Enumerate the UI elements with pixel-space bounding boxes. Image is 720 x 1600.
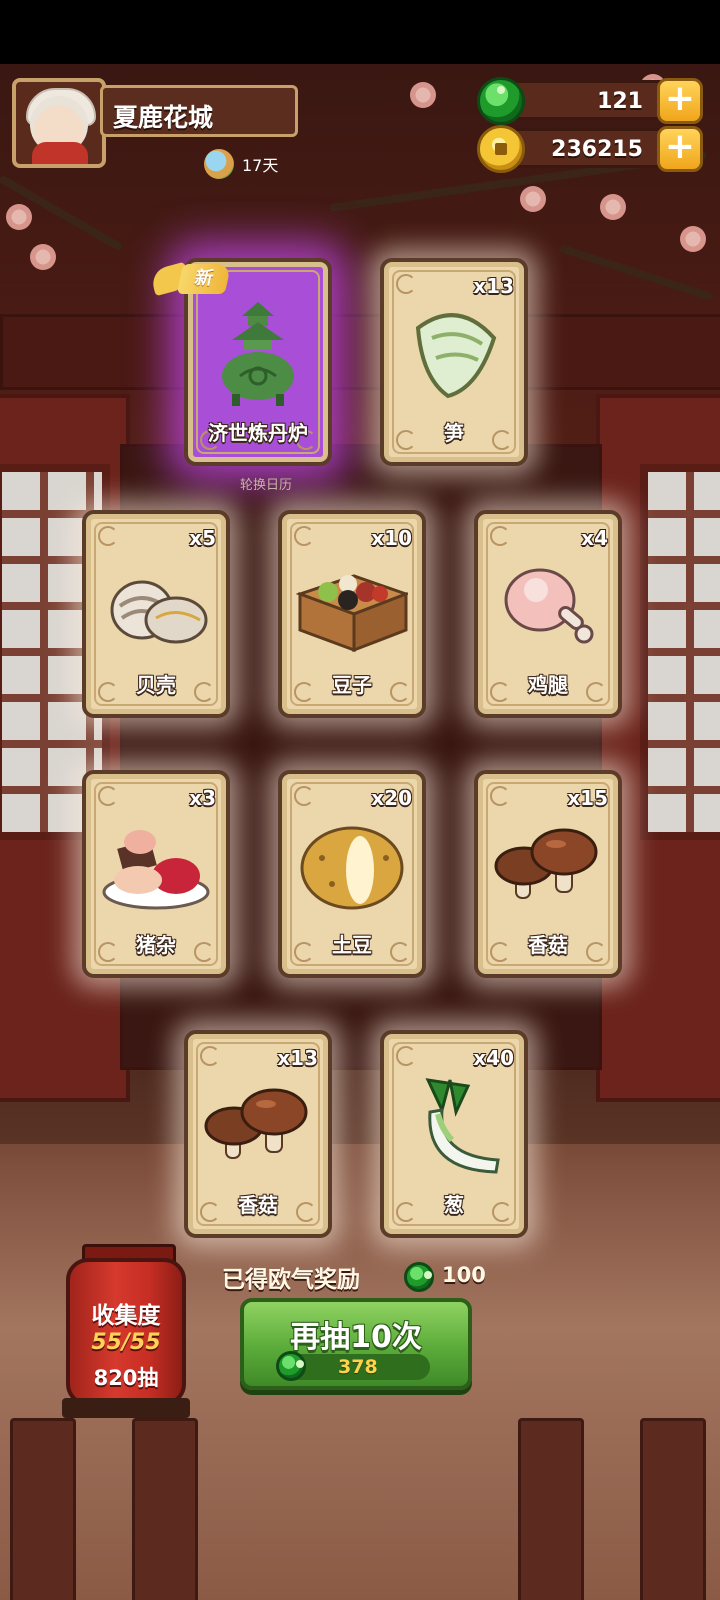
bamboo-shoot-icon	[398, 298, 510, 408]
card-label: 香菇	[238, 1193, 278, 1217]
days-counter: 17天	[204, 148, 278, 180]
card-label: 豆子	[332, 673, 372, 697]
blossom	[6, 204, 32, 230]
card-label: 笋	[444, 421, 464, 445]
card-label: 土豆	[332, 933, 372, 957]
blossom	[520, 186, 546, 212]
swirl-ornament-icon	[490, 526, 510, 546]
draw-cost: 378	[276, 1351, 430, 1381]
jade-value: 121	[597, 89, 643, 114]
reward-card[interactable]: x40 葱	[380, 1030, 528, 1238]
card-count: x3	[189, 786, 216, 810]
fence-post	[10, 1418, 76, 1600]
collection-draws: 820抽	[93, 1366, 159, 1390]
reward-card[interactable]: x5 贝壳	[82, 510, 230, 718]
card-label: 鸡腿	[528, 673, 568, 697]
swirl-ornament-icon	[98, 786, 118, 806]
new-badge: 新	[149, 261, 232, 298]
beans-icon	[295, 550, 411, 660]
jade-icon	[276, 1351, 306, 1381]
draw-again-button[interactable]: 再抽10次 378	[240, 1298, 472, 1390]
swirl-ornament-icon	[396, 274, 416, 294]
lantern-stand	[62, 1398, 190, 1418]
jade-icon	[404, 1262, 434, 1292]
player-avatar[interactable]	[12, 78, 106, 168]
pork-offal-icon	[100, 810, 212, 920]
collection-lantern[interactable]: 收集度 55/55 820抽	[66, 1258, 186, 1406]
fence-post	[640, 1418, 706, 1600]
alchemy-furnace-icon	[202, 298, 314, 408]
reward-card[interactable]: x4 鸡腿	[474, 510, 622, 718]
reward-card[interactable]: x10 豆子	[278, 510, 426, 718]
calendar-season-icon	[204, 149, 234, 179]
card-count: x4	[581, 526, 608, 550]
player-name: 夏鹿花城	[100, 85, 298, 137]
reward-card[interactable]: x3 猪杂	[82, 770, 230, 978]
blossom	[680, 226, 706, 252]
jade-icon	[477, 77, 525, 125]
card-count: x20	[371, 786, 412, 810]
card-count: x5	[189, 526, 216, 550]
swirl-ornament-icon	[98, 526, 118, 546]
reward-card[interactable]: x13 香菇	[184, 1030, 332, 1238]
swirl-ornament-icon	[396, 1046, 416, 1066]
reward-value: 100	[442, 1263, 486, 1287]
card-label: 香菇	[528, 933, 568, 957]
swirl-ornament-icon	[490, 786, 510, 806]
new-badge-label: 新	[176, 264, 232, 294]
swirl-ornament-icon	[294, 786, 314, 806]
fence-post	[132, 1418, 198, 1600]
calendar-label: 轮换日历	[240, 478, 293, 493]
card-label: 猪杂	[136, 933, 176, 957]
days-value: 17天	[242, 156, 279, 175]
reward-card[interactable]: x15 香菇	[474, 770, 622, 978]
jade-resource-bar: 121 +	[477, 77, 703, 125]
mushroom-icon	[202, 1070, 314, 1180]
scallion-icon	[398, 1070, 510, 1180]
mushroom-icon	[492, 810, 604, 920]
fence-post	[518, 1418, 584, 1600]
chicken-leg-icon	[492, 550, 604, 660]
reward-card[interactable]: x13 笋	[380, 258, 528, 466]
coin-resource-bar: 236215 +	[477, 125, 703, 173]
wall-beam	[0, 314, 720, 390]
collection-progress: 55/55	[91, 1330, 161, 1355]
blossom	[30, 244, 56, 270]
card-count: x13	[277, 1046, 318, 1070]
collection-title: 收集度	[91, 1303, 161, 1329]
blossom	[410, 82, 436, 108]
coin-value: 236215	[551, 137, 643, 162]
potato-icon	[296, 810, 408, 920]
draw-again-label: 再抽10次	[290, 1320, 422, 1355]
coin-icon	[477, 125, 525, 173]
card-count: x15	[567, 786, 608, 810]
draw-cost-value: 378	[338, 1356, 378, 1378]
swirl-ornament-icon	[294, 526, 314, 546]
card-count: x10	[371, 526, 412, 550]
add-jade-button[interactable]: +	[657, 78, 703, 124]
card-label: 贝壳	[136, 673, 176, 697]
reward-label: 已得欧气奖励	[222, 1267, 360, 1293]
card-label: 葱	[444, 1193, 464, 1217]
branch	[558, 244, 714, 302]
right-window-lattice	[640, 464, 720, 840]
avatar-body-icon	[32, 142, 88, 164]
card-count: x40	[473, 1046, 514, 1070]
blossom	[600, 194, 626, 220]
swirl-ornament-icon	[200, 1046, 220, 1066]
card-count: x13	[473, 274, 514, 298]
reward-card[interactable]: x20 土豆	[278, 770, 426, 978]
shell-icon	[100, 550, 212, 660]
add-coins-button[interactable]: +	[657, 126, 703, 172]
card-label: 济世炼丹炉	[208, 421, 308, 445]
